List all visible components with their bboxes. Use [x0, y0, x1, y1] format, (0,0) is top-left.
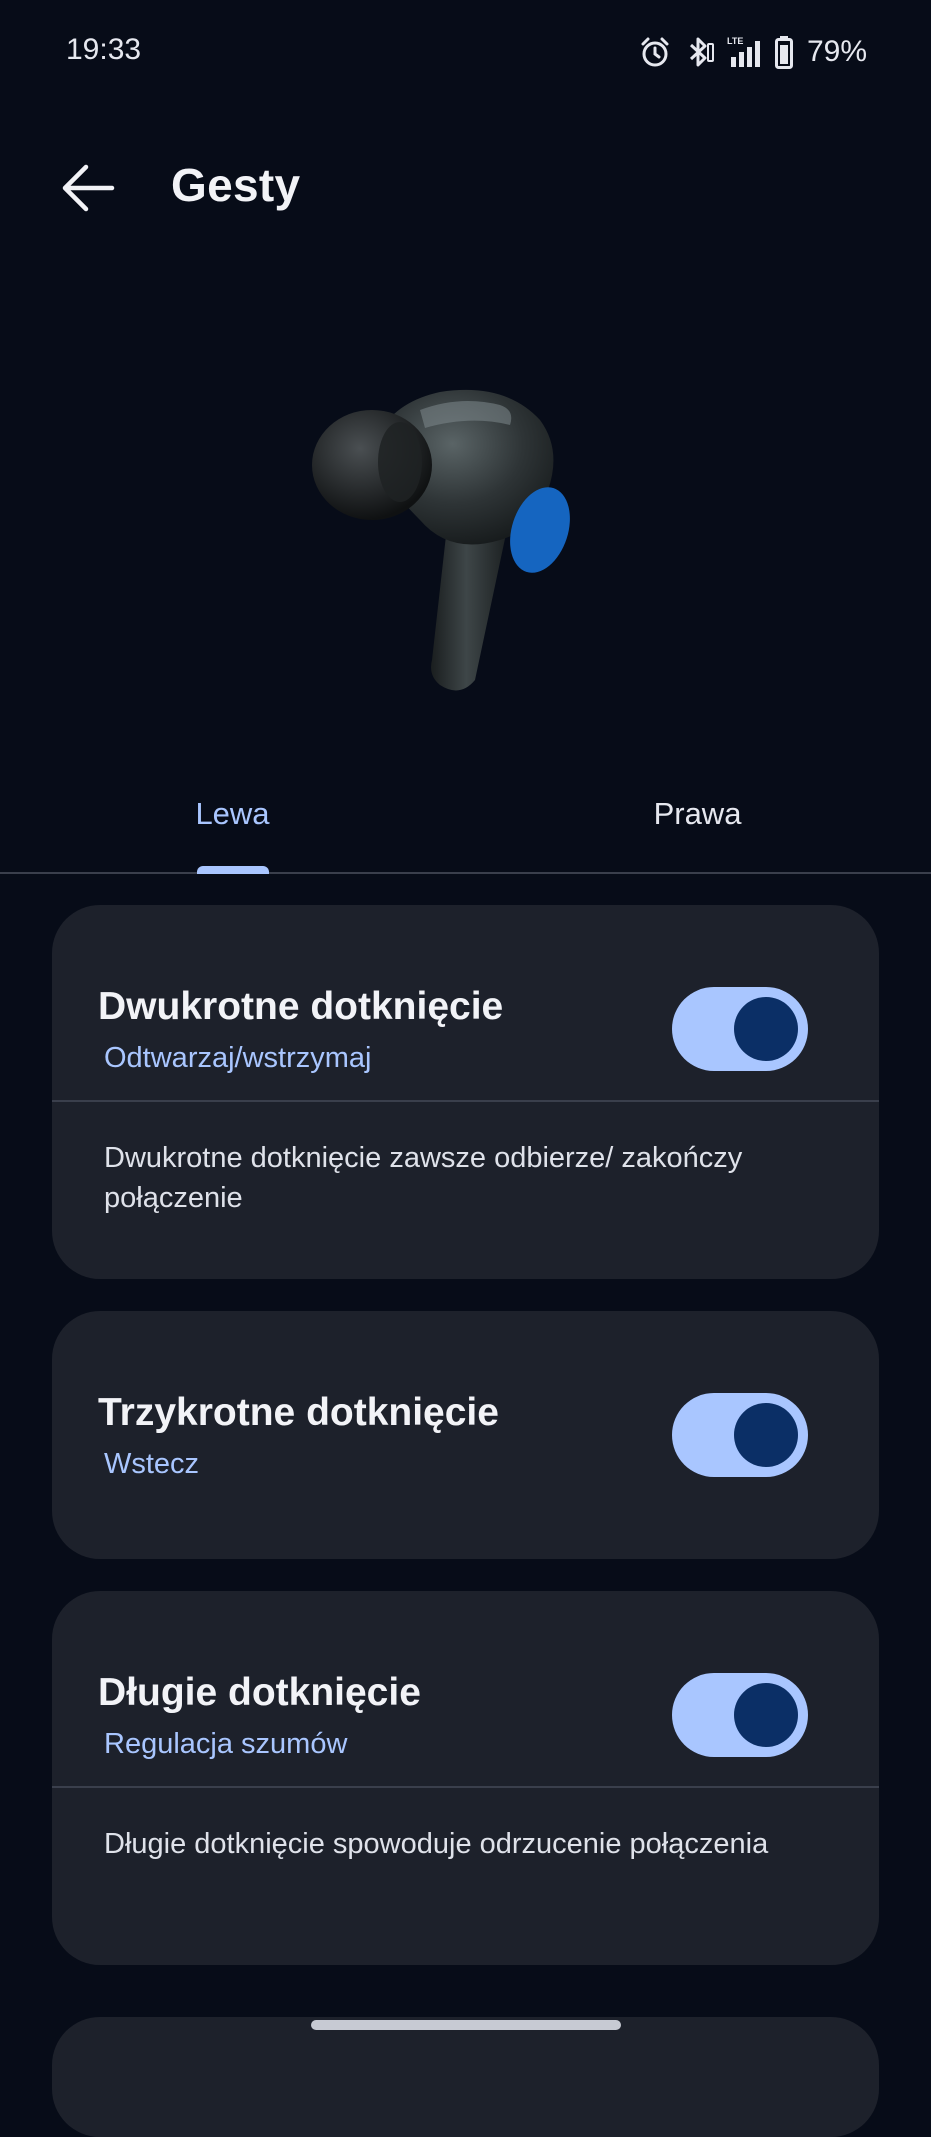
triple-tap-toggle[interactable]	[672, 1393, 808, 1477]
toggle-thumb	[734, 1683, 798, 1747]
toggle-thumb	[734, 997, 798, 1061]
double-tap-setting[interactable]: Dwukrotne dotknięcie Odtwarzaj/wstrzymaj	[52, 905, 879, 1100]
earbud-image	[300, 380, 600, 710]
long-press-toggle[interactable]	[672, 1673, 808, 1757]
long-press-description: Długie dotknięcie spowoduje odrzucenie p…	[104, 1828, 769, 1860]
divider	[52, 1100, 879, 1102]
gesture-card-triple-tap: Trzykrotne dotknięcie Wstecz	[52, 1311, 879, 1559]
back-button[interactable]	[50, 152, 126, 228]
ear-tabs: Lewa Prawa	[0, 780, 931, 874]
status-icons: LTE 79%	[639, 32, 867, 72]
divider	[52, 1786, 879, 1788]
double-tap-action: Odtwarzaj/wstrzymaj	[104, 1042, 372, 1074]
gesture-card-partial[interactable]	[52, 2017, 879, 2137]
long-press-action: Regulacja szumów	[104, 1728, 348, 1760]
long-press-setting[interactable]: Długie dotknięcie Regulacja szumów	[52, 1591, 879, 1786]
triple-tap-title: Trzykrotne dotknięcie	[98, 1391, 499, 1434]
tab-right-label: Prawa	[653, 796, 742, 831]
long-press-title: Długie dotknięcie	[98, 1671, 421, 1714]
double-tap-title: Dwukrotne dotknięcie	[98, 985, 504, 1028]
tab-selected-indicator	[197, 866, 269, 874]
tab-left[interactable]: Lewa	[0, 780, 465, 872]
status-bar: 19:33 LTE 79%	[0, 0, 931, 104]
back-arrow-icon	[60, 163, 116, 218]
tab-right[interactable]: Prawa	[465, 780, 930, 872]
tab-left-label: Lewa	[195, 796, 270, 831]
lte-signal-icon: LTE	[727, 35, 763, 69]
gesture-card-double-tap: Dwukrotne dotknięcie Odtwarzaj/wstrzymaj…	[52, 905, 879, 1279]
status-time: 19:33	[66, 33, 142, 66]
battery-icon	[774, 35, 793, 69]
page-title: Gesty	[171, 159, 301, 211]
gesture-card-long-press: Długie dotknięcie Regulacja szumów Długi…	[52, 1591, 879, 1965]
double-tap-toggle[interactable]	[672, 987, 808, 1071]
battery-percentage: 79%	[806, 35, 867, 68]
triple-tap-setting[interactable]: Trzykrotne dotknięcie Wstecz	[52, 1311, 879, 1559]
alarm-icon	[639, 36, 671, 68]
bluetooth-icon	[683, 35, 715, 69]
double-tap-description: Dwukrotne dotknięcie zawsze odbierze/ za…	[104, 1142, 743, 1214]
gesture-navigation-bar[interactable]	[311, 2020, 621, 2030]
svg-text:LTE: LTE	[727, 36, 743, 46]
app-bar: Gesty	[0, 130, 931, 240]
triple-tap-action: Wstecz	[104, 1448, 200, 1480]
toggle-thumb	[734, 1403, 798, 1467]
